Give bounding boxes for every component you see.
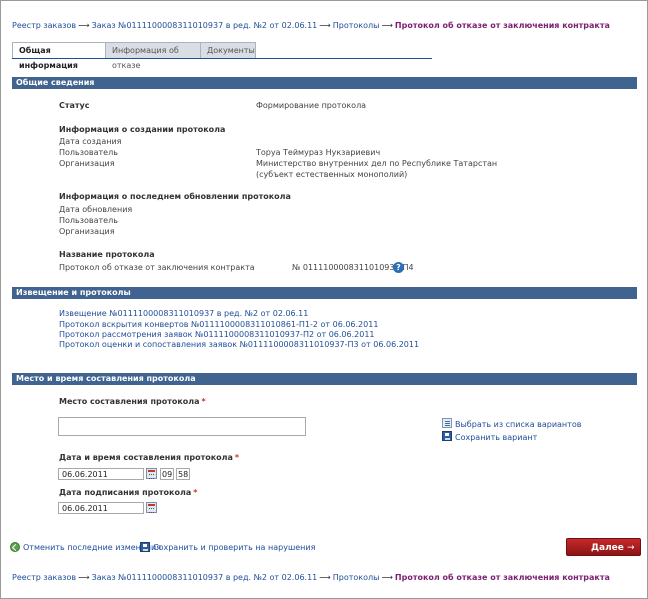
- required-mark: *: [193, 488, 198, 497]
- sign-date-input[interactable]: [58, 502, 144, 514]
- created-org-label: Организация: [59, 159, 115, 168]
- place-input[interactable]: [58, 417, 306, 436]
- notice-link[interactable]: Извещение №0111100008311010937 в ред. №2…: [59, 309, 308, 318]
- required-mark: *: [201, 397, 206, 406]
- undo-icon[interactable]: [10, 542, 20, 552]
- protocol-evaluation-link[interactable]: Протокол оценки и сопоставления заявок №…: [59, 340, 419, 349]
- place-label: Место составления протокола *: [59, 397, 206, 406]
- breadcrumb-registry-link[interactable]: Реестр заказов: [12, 21, 76, 30]
- protocol-name-heading: Название протокола: [59, 250, 155, 259]
- status-value: Формирование протокола: [256, 101, 367, 110]
- calendar-icon[interactable]: [146, 502, 157, 513]
- breadcrumb-arrow: ⟶: [319, 21, 331, 30]
- breadcrumb-protocols-link[interactable]: Протоколы: [333, 21, 380, 30]
- section-general-header: Общие сведения: [12, 77, 637, 89]
- protocol-opening-link[interactable]: Протокол вскрытия конвертов №01111000083…: [59, 320, 378, 329]
- updated-user-label: Пользователь: [59, 216, 118, 225]
- save-variant-icon[interactable]: [442, 431, 452, 441]
- breadcrumb-current: Протокол об отказе от заключения контрак…: [394, 21, 610, 30]
- datetime-label-text: Дата и время составления протокола: [59, 453, 233, 462]
- save-and-check-link[interactable]: Сохранить и проверить на нарушения: [153, 543, 315, 552]
- updated-heading: Информация о последнем обновлении проток…: [59, 192, 291, 201]
- created-org-value-line1: Министерство внутренних дел по Республик…: [256, 159, 498, 168]
- updated-date-label: Дата обновления: [59, 205, 133, 214]
- list-icon[interactable]: [442, 418, 452, 428]
- status-label: Статус: [59, 101, 90, 110]
- save-check-icon[interactable]: [140, 542, 150, 552]
- breadcrumb-order-link[interactable]: Заказ №0111100008311010937 в ред. №2 от …: [92, 573, 318, 582]
- breadcrumb-arrow: ⟶: [381, 573, 393, 582]
- created-user-value: Торуа Теймураз Нукзариевич: [256, 148, 381, 157]
- sign-date-label: Дата подписания протокола *: [59, 488, 197, 497]
- tab-underline: [12, 58, 432, 59]
- breadcrumb-arrow: ⟶: [78, 21, 90, 30]
- protocol-review-link[interactable]: Протокол рассмотрения заявок №0111100008…: [59, 330, 375, 339]
- next-button-label: Далее: [591, 543, 624, 553]
- sign-date-label-text: Дата подписания протокола: [59, 488, 192, 497]
- breadcrumb-current: Протокол об отказе от заключения контрак…: [394, 573, 610, 582]
- datetime-label: Дата и время составления протокола *: [59, 453, 239, 462]
- save-variant-link[interactable]: Сохранить вариант: [455, 433, 537, 442]
- section-place-header: Место и время составления протокола: [12, 373, 637, 385]
- calendar-icon[interactable]: [146, 468, 157, 479]
- breadcrumb-registry-link[interactable]: Реестр заказов: [12, 573, 76, 582]
- updated-org-label: Организация: [59, 227, 115, 236]
- minute-input[interactable]: [176, 468, 190, 480]
- breadcrumb: Реестр заказов ⟶ Заказ №011110000831101093…: [12, 21, 610, 30]
- hour-input[interactable]: [160, 468, 174, 480]
- created-user-label: Пользователь: [59, 148, 118, 157]
- help-icon[interactable]: ?: [393, 262, 404, 273]
- protocol-name-label: Протокол об отказе от заключения контрак…: [59, 263, 255, 272]
- breadcrumb-arrow: ⟶: [78, 573, 90, 582]
- required-mark: *: [234, 453, 240, 462]
- tab-refusal-info[interactable]: Информация об отказе: [105, 42, 201, 70]
- arrow-right-icon: →: [627, 543, 635, 553]
- tab-documents[interactable]: Документы: [200, 42, 256, 58]
- breadcrumb-order-link[interactable]: Заказ №0111100008311010937 в ред. №2 от …: [92, 21, 318, 30]
- breadcrumb-arrow: ⟶: [381, 21, 393, 30]
- place-label-text: Место составления протокола: [59, 397, 200, 406]
- breadcrumb-arrow: ⟶: [319, 573, 331, 582]
- created-heading: Информация о создании протокола: [59, 125, 226, 134]
- section-notices-header: Извещение и протоколы: [12, 287, 637, 299]
- tab-general-info[interactable]: Общая информация: [12, 42, 107, 70]
- created-date-label: Дата создания: [59, 137, 122, 146]
- next-button[interactable]: Далее →: [566, 538, 641, 556]
- breadcrumb-protocols-link[interactable]: Протоколы: [333, 573, 380, 582]
- breadcrumb-bottom: Реестр заказов ⟶ Заказ №011110000831101093…: [12, 573, 610, 582]
- created-org-value-line2: (субъект естественных монополий): [256, 170, 408, 179]
- choose-from-list-link[interactable]: Выбрать из списка вариантов: [455, 420, 581, 429]
- date-input[interactable]: [58, 468, 144, 480]
